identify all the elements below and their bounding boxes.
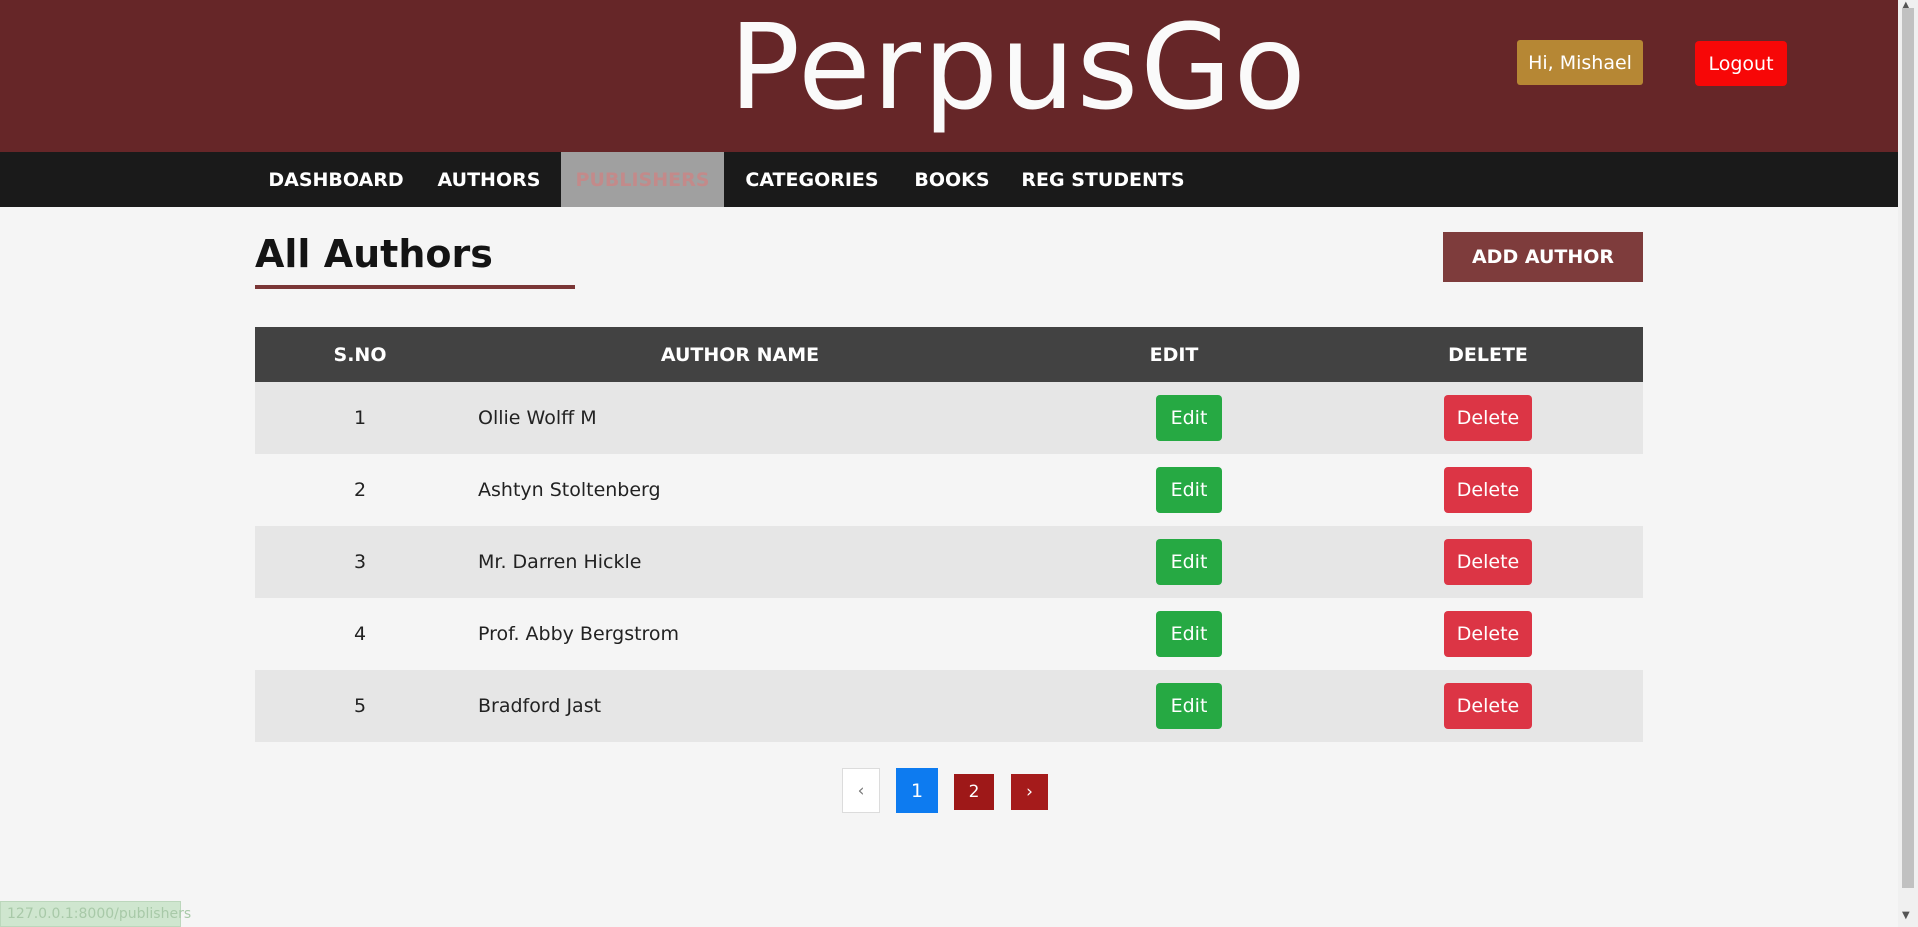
authors-table: S.NO AUTHOR NAME EDIT DELETE 1 Ollie Wol… [255,327,1643,742]
logout-button[interactable]: Logout [1695,41,1787,86]
row-author-name: Ollie Wolff M [478,407,597,429]
pagination-next-button[interactable]: › [1011,774,1048,810]
edit-button[interactable]: Edit [1156,467,1222,513]
site-logo[interactable]: PerpusGo [729,0,1306,142]
edit-button[interactable]: Edit [1156,611,1222,657]
delete-button[interactable]: Delete [1444,467,1532,513]
nav-item-books[interactable]: BOOKS [906,152,998,207]
table-row: 1 Ollie Wolff M Edit Delete [255,382,1643,454]
table-row: 4 Prof. Abby Bergstrom Edit Delete [255,598,1643,670]
row-sno: 2 [353,479,367,501]
scroll-down-icon[interactable]: ▼ [1902,910,1910,921]
nav-item-authors[interactable]: AUTHORS [430,152,548,207]
row-author-name: Ashtyn Stoltenberg [478,479,661,501]
table-row: 2 Ashtyn Stoltenberg Edit Delete [255,454,1643,526]
delete-button[interactable]: Delete [1444,539,1532,585]
row-author-name: Prof. Abby Bergstrom [478,623,680,645]
user-greeting-badge[interactable]: Hi, Mishael [1517,40,1643,85]
main-nav: DASHBOARD AUTHORS PUBLISHERS CATEGORIES … [0,152,1898,207]
add-author-button[interactable]: ADD AUTHOR [1443,232,1643,282]
row-sno: 5 [353,695,367,717]
column-header-delete: DELETE [1448,343,1528,366]
pagination-page-2[interactable]: 2 [954,774,994,810]
vertical-scrollbar[interactable]: ▲ ▼ [1898,0,1918,927]
site-header: PerpusGo Hi, Mishael Logout [0,0,1898,152]
row-author-name: Bradford Jast [478,695,602,717]
delete-button[interactable]: Delete [1444,611,1532,657]
nav-item-categories[interactable]: CATEGORIES [735,152,889,207]
table-header: S.NO AUTHOR NAME EDIT DELETE [255,327,1643,382]
table-row: 3 Mr. Darren Hickle Edit Delete [255,526,1643,598]
edit-button[interactable]: Edit [1156,539,1222,585]
scroll-thumb[interactable] [1902,8,1914,888]
column-header-author-name: AUTHOR NAME [660,343,820,366]
title-underline [255,285,575,289]
row-sno: 1 [353,407,367,429]
page-title: All Authors [255,232,493,276]
row-author-name: Mr. Darren Hickle [478,551,642,573]
row-sno: 3 [353,551,367,573]
nav-item-reg-students[interactable]: REG STUDENTS [1018,152,1188,207]
column-header-edit: EDIT [1149,343,1199,366]
nav-item-publishers[interactable]: PUBLISHERS [561,152,724,207]
nav-item-dashboard[interactable]: DASHBOARD [255,152,417,207]
delete-button[interactable]: Delete [1444,395,1532,441]
edit-button[interactable]: Edit [1156,683,1222,729]
edit-button[interactable]: Edit [1156,395,1222,441]
pagination-page-1[interactable]: 1 [896,768,938,813]
status-bar-url: 127.0.0.1:8000/publishers [0,901,191,927]
table-row: 5 Bradford Jast Edit Delete [255,670,1643,742]
delete-button[interactable]: Delete [1444,683,1532,729]
column-header-sno: S.NO [333,343,387,366]
row-sno: 4 [353,623,367,645]
pagination-prev-button[interactable]: ‹ [842,768,880,813]
